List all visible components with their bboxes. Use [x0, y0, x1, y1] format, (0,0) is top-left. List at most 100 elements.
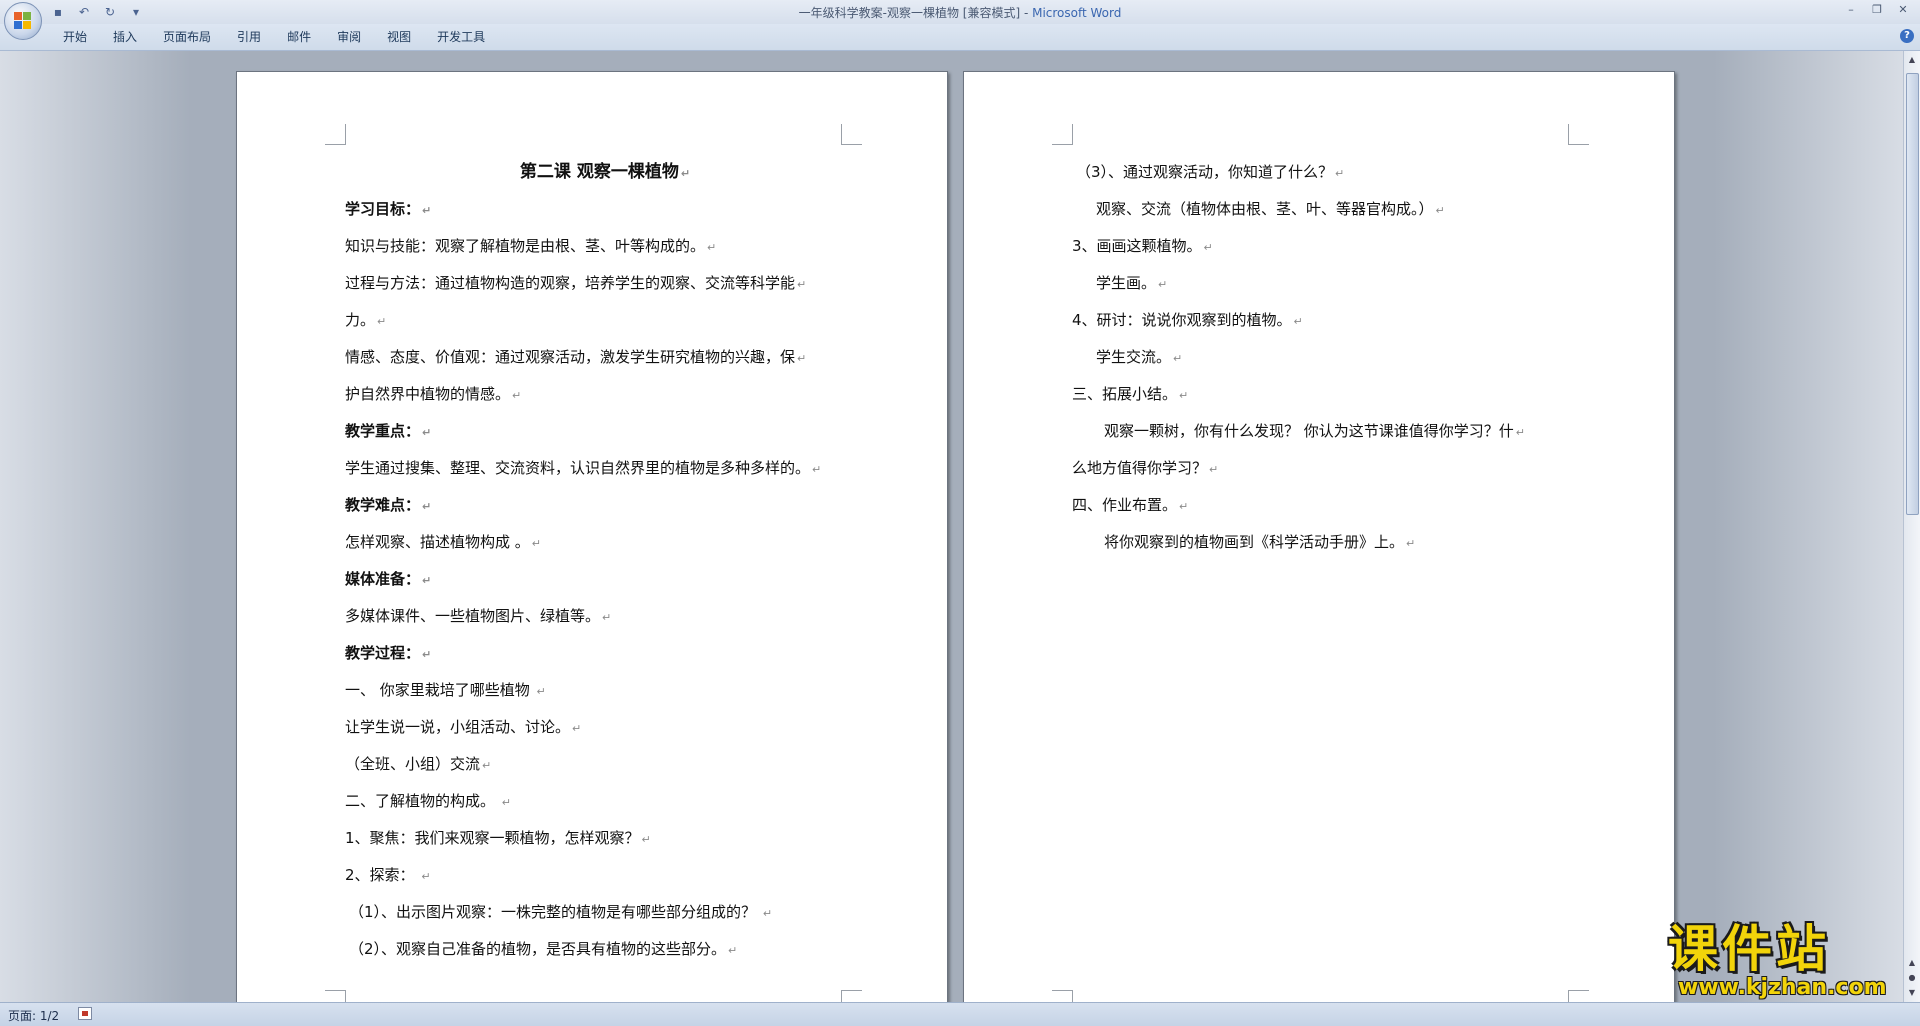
- paragraph: 教学过程： ↵: [345, 635, 865, 672]
- paragraph: （3）、通过观察活动，你知道了什么？ ↵: [1072, 154, 1592, 191]
- paragraph-text: 学生通过搜集、整理、交流资料，认识自然界里的植物是多种多样的。: [345, 459, 811, 477]
- paragraph-mark-icon: ↵: [512, 389, 522, 402]
- paragraph-text: 学生画。: [1096, 274, 1157, 292]
- close-button[interactable]: ✕: [1894, 2, 1912, 18]
- proofing-icon[interactable]: [78, 1007, 92, 1020]
- paragraph: 4、研讨：说说你观察到的植物。 ↵: [1072, 302, 1592, 339]
- status-bar: 页面: 1/2: [0, 1002, 1920, 1026]
- tab-view[interactable]: 视图: [374, 28, 424, 46]
- paragraph-text: 知识与技能：观察了解植物是由根、茎、叶等构成的。: [345, 237, 706, 255]
- minimize-button[interactable]: –: [1842, 2, 1860, 18]
- paragraph-text: 怎样观察、描述植物构成 。: [345, 533, 530, 551]
- page-up-icon[interactable]: ▲: [1905, 956, 1919, 970]
- paragraph-mark-icon: ↵: [501, 796, 511, 809]
- paragraph-text: 教学重点：: [345, 422, 421, 440]
- paragraph-mark-icon: ↵: [762, 907, 773, 920]
- page-indicator[interactable]: 页面: 1/2: [8, 1007, 59, 1024]
- paragraph-text: 学生交流。: [1096, 348, 1172, 366]
- paragraph: 三、拓展小结。 ↵: [1072, 376, 1592, 413]
- paragraph-text: 过程与方法：通过植物构造的观察，培养学生的观察、交流等科学能: [345, 274, 796, 292]
- vertical-scrollbar[interactable]: ▲ ▲ ● ▼: [1903, 51, 1920, 1002]
- tab-developer[interactable]: 开发工具: [424, 28, 498, 46]
- page-1[interactable]: 第二课 观察一棵植物 ↵ 学习目标： ↵ 知识与技能：观察了解植物是由根、茎、叶等构成的…: [236, 71, 948, 1013]
- window-controls: – ❐ ✕: [1842, 2, 1912, 18]
- paragraph-mark-icon: ↵: [707, 241, 717, 254]
- watermark-url: www.kjzhan.com: [1678, 975, 1887, 1000]
- paragraph-text: 第二课 观察一棵植物: [519, 162, 679, 182]
- paragraph-text: 四、作业布置。: [1072, 496, 1178, 514]
- tab-mailings[interactable]: 邮件: [274, 28, 324, 46]
- paragraph-text: 一、 你家里栽培了哪些植物: [345, 681, 535, 699]
- paragraph: 将你观察到的植物画到《科学活动手册》上。 ↵: [1072, 524, 1592, 561]
- paragraph-text: 媒体准备：: [345, 570, 421, 588]
- paragraph-mark-icon: ↵: [531, 537, 541, 550]
- paragraph-text: （全班、小组）交流: [345, 755, 481, 773]
- paragraph-text: 三、拓展小结。: [1072, 385, 1178, 403]
- paragraph-mark-icon: ↵: [1515, 426, 1525, 439]
- paragraph: 过程与方法：通过植物构造的观察，培养学生的观察、交流等科学能 ↵: [345, 265, 865, 302]
- paragraph-text: 情感、态度、价值观：通过观察活动，激发学生研究植物的兴趣，保: [345, 348, 796, 366]
- paragraph-text: 观察一颗树，你有什么发现？ 你认为这节课谁值得你学习？什: [1104, 422, 1514, 440]
- paragraph-mark-icon: ↵: [1335, 167, 1345, 180]
- paragraph-text: 2、探索：: [345, 866, 420, 884]
- paragraph-mark-icon: ↵: [1158, 278, 1168, 291]
- margin-corner-mark: [325, 124, 346, 145]
- paragraph-text: （1）、出示图片观察：一株完整的植物是有哪些部分组成的？: [349, 903, 761, 921]
- paragraph-text: 护自然界中植物的情感。: [345, 385, 511, 403]
- kjzhan-watermark: 课件站 www.kjzhan.com: [1668, 922, 1900, 1002]
- paragraph-mark-icon: ↵: [1179, 500, 1189, 513]
- paragraph: 知识与技能：观察了解植物是由根、茎、叶等构成的。 ↵: [345, 228, 865, 265]
- paragraph-mark-icon: ↵: [1173, 352, 1183, 365]
- paragraph-text: 二、了解植物的构成。: [345, 792, 500, 810]
- paragraph: 教学重点： ↵: [345, 413, 865, 450]
- paragraph-text: 学习目标：: [345, 200, 421, 218]
- watermark-main: 课件站: [1668, 920, 1830, 978]
- paragraph: 1、聚焦：我们来观察一颗植物，怎样观察？ ↵: [345, 820, 865, 857]
- page-down-icon[interactable]: ▼: [1905, 986, 1919, 1000]
- paragraph: 学生通过搜集、整理、交流资料，认识自然界里的植物是多种多样的。 ↵: [345, 450, 865, 487]
- tab-review[interactable]: 审阅: [324, 28, 374, 46]
- paragraph-text: 么地方值得你学习？: [1072, 459, 1208, 477]
- margin-corner-mark: [1568, 124, 1589, 145]
- paragraph-text: 4、研讨：说说你观察到的植物。: [1072, 311, 1292, 329]
- tab-references[interactable]: 引用: [224, 28, 274, 46]
- paragraph-text: 观察、交流（植物体由根、茎、叶、等器官构成。）: [1096, 200, 1434, 218]
- page-2-body: （3）、通过观察活动，你知道了什么？ ↵ 观察、交流（植物体由根、茎、叶、等器官构成…: [1072, 154, 1592, 561]
- paragraph: 四、作业布置。 ↵: [1072, 487, 1592, 524]
- scroll-up-icon[interactable]: ▲: [1905, 53, 1919, 67]
- paragraph-text: 力。: [345, 311, 376, 329]
- tab-page-layout[interactable]: 页面布局: [150, 28, 224, 46]
- ribbon-tabs: 开始 插入 页面布局 引用 邮件 审阅 视图 开发工具: [50, 28, 498, 46]
- restore-button[interactable]: ❐: [1868, 2, 1886, 18]
- title-bar: ▪ ↶ ↻ ▾ 一年级科学教案-观察一棵植物 [兼容模式] - Microsof…: [0, 0, 1920, 40]
- paragraph: 学生画。 ↵: [1072, 265, 1592, 302]
- paragraph-text: 3、画画这颗植物。: [1072, 237, 1202, 255]
- paragraph-text: 让学生说一说，小组活动、讨论。: [345, 718, 571, 736]
- tab-home[interactable]: 开始: [50, 28, 100, 46]
- window-title: 一年级科学教案-观察一棵植物 [兼容模式] - Microsoft Word: [0, 4, 1920, 21]
- paragraph: （1）、出示图片观察：一株完整的植物是有哪些部分组成的？ ↵: [345, 894, 865, 931]
- paragraph-mark-icon: ↵: [536, 685, 546, 698]
- paragraph-mark-icon: ↵: [641, 833, 651, 846]
- paragraph-mark-icon: ↵: [422, 574, 432, 587]
- paragraph: 一、 你家里栽培了哪些植物 ↵: [345, 672, 865, 709]
- paragraph-mark-icon: ↵: [1209, 463, 1219, 476]
- paragraph-text: 将你观察到的植物画到《科学活动手册》上。: [1104, 533, 1405, 551]
- paragraph-mark-icon: ↵: [1435, 204, 1445, 217]
- page-2[interactable]: （3）、通过观察活动，你知道了什么？ ↵ 观察、交流（植物体由根、茎、叶、等器官构成…: [963, 71, 1675, 1013]
- paragraph-mark-icon: ↵: [1179, 389, 1189, 402]
- paragraph: 学生交流。 ↵: [1072, 339, 1592, 376]
- paragraph-mark-icon: ↵: [797, 352, 807, 365]
- paragraph-mark-icon: ↵: [572, 722, 582, 735]
- office-button[interactable]: [4, 2, 42, 40]
- browse-object-icon[interactable]: ●: [1905, 971, 1919, 985]
- paragraph-mark-icon: ↵: [421, 870, 431, 883]
- paragraph-mark-icon: ↵: [422, 426, 432, 439]
- paragraph-mark-icon: ↵: [602, 611, 612, 624]
- paragraph-text: （2）、观察自己准备的植物，是否具有植物的这些部分。: [349, 940, 727, 958]
- help-icon[interactable]: ?: [1900, 29, 1914, 43]
- paragraph: （2）、观察自己准备的植物，是否具有植物的这些部分。 ↵: [345, 931, 865, 968]
- scrollbar-thumb[interactable]: [1906, 73, 1919, 515]
- paragraph: 学习目标： ↵: [345, 191, 865, 228]
- tab-insert[interactable]: 插入: [100, 28, 150, 46]
